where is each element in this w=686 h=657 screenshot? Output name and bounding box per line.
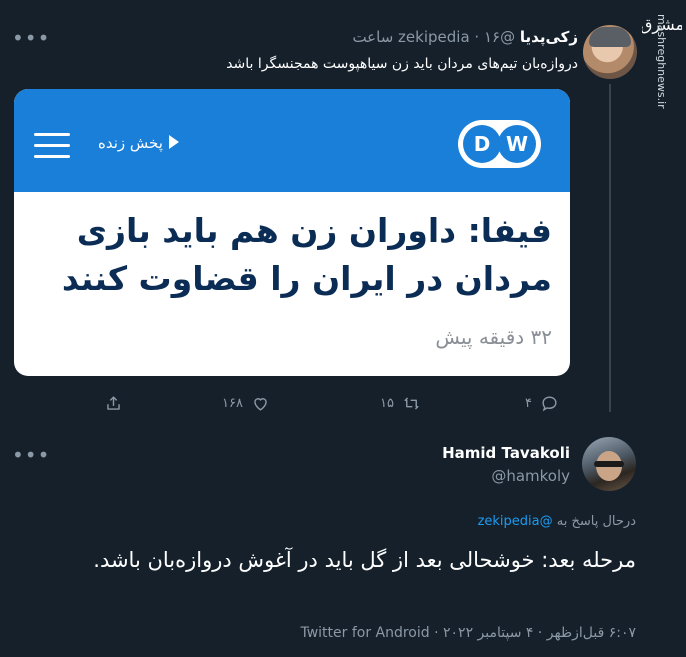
reply-count: ۴ [525, 396, 532, 411]
card-headline: فیفا: داوران زن هم باید بازی مردان در ای… [61, 211, 552, 298]
tweet-header: زکی‌پدیا @zekipedia · ۱۶ ساعت [352, 28, 578, 46]
like-count: ۱۶۸ [222, 396, 243, 411]
like-button[interactable]: ۱۶۸ [222, 394, 270, 413]
retweet-button[interactable]: ۱۵ [380, 394, 421, 413]
more-icon[interactable]: ••• [12, 26, 50, 50]
author-name[interactable]: Hamid Tavakoli [442, 444, 570, 462]
menu-icon [34, 133, 70, 159]
retweet-count: ۱۵ [380, 396, 394, 411]
author-name[interactable]: زکی‌پدیا [520, 28, 578, 46]
share-icon [107, 396, 120, 410]
link-card[interactable]: پخش زنده D W فیفا: داوران زن هم باید باز… [14, 89, 570, 376]
heart-icon [254, 398, 267, 411]
avatar[interactable] [583, 25, 637, 79]
svg-text:W: W [506, 132, 528, 156]
share-button[interactable] [104, 394, 123, 413]
dw-logo: D W [457, 119, 542, 169]
reply-icon [542, 396, 557, 412]
card-header: پخش زنده D W [14, 89, 570, 192]
reply-button[interactable]: ۴ [525, 394, 559, 413]
live-label: پخش زنده [98, 134, 179, 152]
thread-line [609, 84, 611, 412]
svg-text:D: D [474, 132, 491, 156]
tweet-meta[interactable]: ۶:۰۷ قبل‌ازظهر · ۴ سپتامبر ۲۰۲۲ · Twitte… [300, 625, 636, 641]
tweet-text: دروازه‌بان تیم‌های مردان باید زن سیاهپوس… [226, 56, 578, 72]
tweet-text: مرحله بعد: خوشحالی بعد از گل باید در آغو… [93, 548, 636, 572]
retweet-icon [404, 397, 419, 410]
avatar[interactable] [582, 437, 636, 491]
play-icon [168, 135, 179, 149]
more-icon[interactable]: ••• [12, 443, 50, 467]
author-handle[interactable]: @hamkoly [491, 467, 570, 485]
reply-handle-link[interactable]: @zekipedia [478, 514, 553, 529]
replying-to: درحال پاسخ به @zekipedia [477, 514, 636, 529]
card-time: ۳۲ دقیقه پیش [435, 325, 552, 349]
